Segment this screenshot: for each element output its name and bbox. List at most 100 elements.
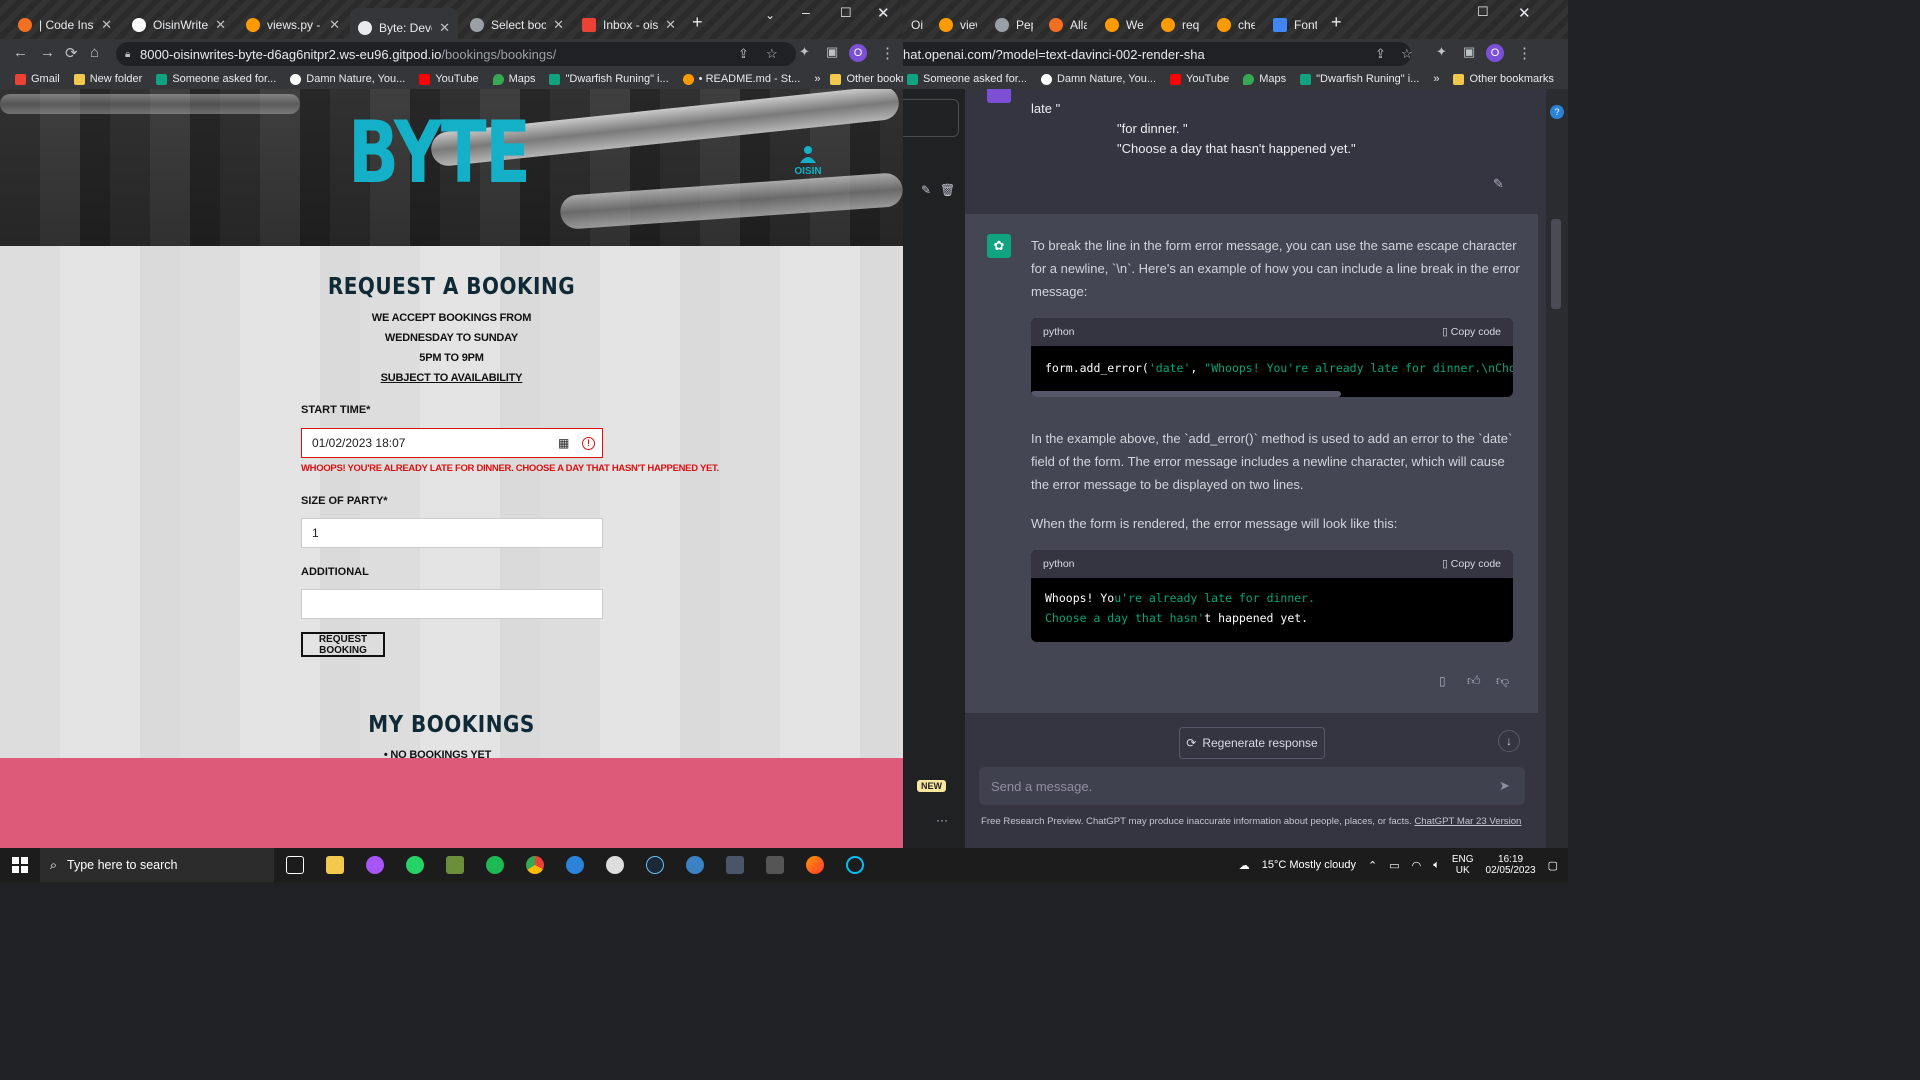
volume-icon[interactable]: 🔈︎ <box>1433 859 1440 872</box>
bookmark-new-folder[interactable]: New folder <box>73 73 142 85</box>
task-view-icon[interactable] <box>286 856 304 874</box>
tab-pepp[interactable]: Pepp <box>987 10 1041 39</box>
tab-code-institute[interactable]: | Code Institu✕ <box>10 10 120 39</box>
home-icon[interactable]: ⌂ <box>90 44 99 61</box>
help-icon[interactable]: ? <box>1550 105 1564 119</box>
chrome-icon[interactable] <box>526 856 544 874</box>
close-tab-icon[interactable]: ✕ <box>101 17 112 33</box>
bookmark-gmail[interactable]: Gmail <box>15 73 60 85</box>
bookmark-youtube[interactable]: YouTube <box>1170 73 1229 85</box>
code-scrollbar[interactable] <box>1031 391 1341 397</box>
close-tab-icon[interactable]: ✕ <box>329 17 340 33</box>
message-input[interactable]: Send a message. ➤ <box>979 767 1525 805</box>
bookmark-readme[interactable]: • README.md - St... <box>682 73 800 85</box>
windows-start-icon[interactable] <box>12 857 28 873</box>
tab-views-py[interactable]: views.py - Byt✕ <box>238 10 348 39</box>
party-size-input[interactable]: 1 <box>301 518 603 548</box>
back-arrow-icon[interactable]: ← <box>13 44 28 61</box>
maximize-button[interactable]: ☐ <box>840 5 852 21</box>
clock[interactable]: 16:19 02/05/2023 <box>1486 854 1536 876</box>
more-bookmarks-chevron-icon[interactable]: » <box>814 73 820 85</box>
steam-icon[interactable] <box>646 856 664 874</box>
new-tab-button[interactable]: + <box>692 12 703 33</box>
more-options-icon[interactable]: ··· <box>936 813 948 827</box>
bookmark-someone-asked[interactable]: Someone asked for... <box>907 73 1027 85</box>
close-window-button[interactable]: ✕ <box>1518 4 1531 22</box>
spotify-icon[interactable] <box>486 856 504 874</box>
send-icon[interactable]: ➤ <box>1499 778 1510 794</box>
bookmark-damn-nature[interactable]: Damn Nature, You... <box>290 73 405 85</box>
extensions-icon[interactable]: ✦ <box>1436 44 1447 60</box>
notifications-icon[interactable]: ▢ <box>1548 859 1558 872</box>
address-bar[interactable]: hat.openai.com/?model=text-davinci-002-r… <box>903 42 1413 66</box>
bookmark-damn-nature[interactable]: Damn Nature, You... <box>1040 73 1156 85</box>
tab-welc[interactable]: Welc <box>1097 10 1151 39</box>
regenerate-response-button[interactable]: ⟳ Regenerate response <box>1179 727 1325 759</box>
file-explorer-icon[interactable] <box>326 856 344 874</box>
version-link[interactable]: ChatGPT Mar 23 Version <box>1414 816 1521 827</box>
tab-views[interactable]: views <box>931 10 985 39</box>
close-tab-icon[interactable]: ✕ <box>553 17 564 33</box>
trash-icon[interactable]: 🗑︎ <box>940 183 955 197</box>
tray-chevron-icon[interactable]: ⌃ <box>1368 859 1377 872</box>
tab-search-icon[interactable]: ⌄ <box>765 8 775 22</box>
tab-font[interactable]: Font <box>1265 10 1325 39</box>
weather-text[interactable]: 15°C Mostly cloudy <box>1262 859 1356 871</box>
minimize-button[interactable]: – <box>802 4 810 20</box>
copy-code-button[interactable]: ▯ Copy code <box>1442 558 1501 570</box>
start-time-input[interactable]: 01/02/2023 18:07 ▦ ! <box>301 428 603 458</box>
firefox-icon[interactable] <box>806 856 824 874</box>
tab-allau[interactable]: Allau <box>1041 10 1095 39</box>
calendar-icon[interactable]: ▦ <box>558 436 569 450</box>
sidepanel-icon[interactable]: ▣ <box>826 44 838 60</box>
camera-icon[interactable] <box>726 856 744 874</box>
tab-oisin[interactable]: Oisin <box>903 10 931 39</box>
app-icon[interactable] <box>686 856 704 874</box>
language-indicator[interactable]: ENG UK <box>1452 854 1474 876</box>
sidebar-item[interactable] <box>903 99 959 137</box>
bookmark-dwarfish[interactable]: "Dwarfish Runing" i... <box>1300 73 1419 85</box>
messenger-icon[interactable] <box>366 856 384 874</box>
bookmark-star-icon[interactable]: ☆ <box>766 46 778 62</box>
calculator-icon[interactable] <box>766 856 784 874</box>
share-icon[interactable]: ⇪ <box>738 46 749 62</box>
bookmark-other[interactable]: Other bookmarks <box>830 73 903 85</box>
bookmark-dwarfish[interactable]: "Dwarfish Runing" i... <box>549 73 669 85</box>
sidepanel-icon[interactable]: ▣ <box>1463 44 1475 60</box>
weather-cloud-icon[interactable]: ☁︎ <box>1239 859 1250 872</box>
wifi-icon[interactable]: ◠ <box>1412 859 1422 872</box>
copy-code-button[interactable]: ▯ Copy code <box>1442 326 1501 338</box>
bookmark-maps[interactable]: Maps <box>1243 73 1286 85</box>
more-bookmarks-chevron-icon[interactable]: » <box>1433 73 1439 85</box>
taskbar-search[interactable]: ⌕ Type here to search <box>40 848 274 882</box>
reload-icon[interactable]: ⟳ <box>65 44 78 62</box>
bookmark-someone-asked[interactable]: Someone asked for... <box>156 73 276 85</box>
new-tab-button[interactable]: + <box>1331 12 1342 33</box>
share-icon[interactable]: ⇪ <box>1375 46 1386 62</box>
tab-select-booking[interactable]: Select bookin✕ <box>462 10 572 39</box>
tab-inbox[interactable]: Inbox - oisin.✕ <box>574 10 684 39</box>
thumbs-down-icon[interactable]: 👎︎ <box>1496 673 1509 689</box>
thumbs-up-icon[interactable]: 👍︎ <box>1467 673 1481 689</box>
page-scrollbar[interactable]: ? <box>1546 89 1568 848</box>
edit-icon[interactable]: ✎ <box>921 183 931 197</box>
github-desktop-icon[interactable] <box>606 856 624 874</box>
close-tab-icon[interactable]: ✕ <box>215 17 226 33</box>
copy-response-icon[interactable]: ▯ <box>1439 674 1446 688</box>
bookmark-maps[interactable]: Maps <box>492 73 535 85</box>
whatsapp-icon[interactable] <box>406 856 424 874</box>
close-tab-icon[interactable]: ✕ <box>439 20 450 36</box>
profile-avatar[interactable]: O <box>849 44 867 62</box>
tab-requ[interactable]: requ <box>1153 10 1207 39</box>
maximize-button[interactable]: ☐ <box>1477 4 1489 20</box>
close-tab-icon[interactable]: ✕ <box>665 17 676 33</box>
tab-checl[interactable]: checl <box>1209 10 1263 39</box>
menu-kebab-icon[interactable]: ⋮ <box>880 44 895 62</box>
forward-arrow-icon[interactable]: → <box>40 44 55 61</box>
additional-input[interactable] <box>301 589 603 619</box>
bookmark-youtube[interactable]: YouTube <box>419 73 479 85</box>
tab-github[interactable]: OisinWrites/B✕ <box>124 10 234 39</box>
availability-link[interactable]: SUBJECT TO AVAILABILITY <box>0 372 903 384</box>
minecraft-icon[interactable] <box>446 856 464 874</box>
bookmark-star-icon[interactable]: ☆ <box>1401 46 1413 62</box>
